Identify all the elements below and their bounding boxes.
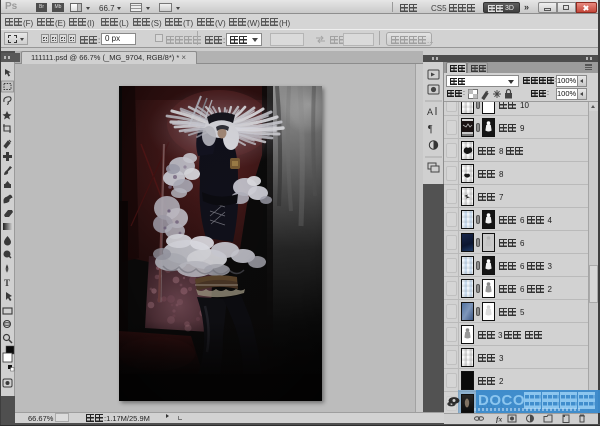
svg-text:fx: fx [496, 415, 502, 424]
svg-text:A: A [427, 107, 433, 117]
svg-text:T: T [4, 278, 10, 288]
svg-text:¶: ¶ [428, 124, 433, 135]
